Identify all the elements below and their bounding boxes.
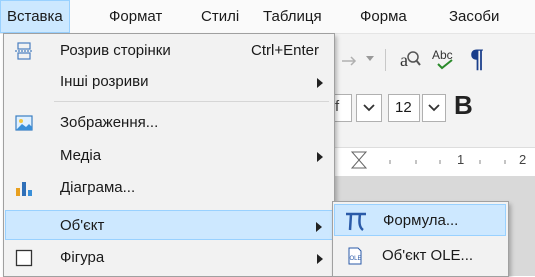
menu-insert[interactable]: Вставка [0,0,70,33]
menu-item-image[interactable]: Зображення... [5,108,333,138]
insert-menu: Розрив сторінки Ctrl+Enter Інші розриви … [3,33,335,277]
menu-format-label: Формат [109,8,163,25]
object-submenu: Формула... OLE Об'єкт OLE... [332,201,509,277]
formatting-marks-icon[interactable]: ¶ [470,44,484,74]
menu-item-chart[interactable]: Діаграма... [5,173,333,203]
submenu-arrow-icon [316,222,322,232]
menu-item-accelerator: Ctrl+Enter [251,42,319,59]
menu-item-label: Медіа [60,147,102,164]
menu-item-label: Зображення... [60,114,159,131]
redo-dropdown-icon[interactable] [366,56,374,62]
menu-styles-label: Стилі [201,8,240,25]
svg-text:a: a [400,50,408,70]
submenu-arrow-icon [317,78,323,88]
bold-button[interactable]: B [454,90,473,121]
submenu-item-label: Об'єкт OLE... [382,247,474,264]
menu-item-page-break[interactable]: Розрив сторінки Ctrl+Enter [5,36,333,66]
menu-form[interactable]: Форма [354,0,413,33]
ruler-mark-1: 1 [457,152,465,167]
menu-separator [54,101,329,102]
menu-insert-label: Вставка [7,8,63,25]
ruler-marks [350,151,506,169]
chart-icon [16,182,32,196]
redo-icon[interactable] [340,52,360,66]
image-icon [15,115,33,131]
submenu-arrow-icon [317,152,323,162]
toolbar-separator [385,49,386,71]
menu-form-label: Форма [360,8,407,25]
horizontal-ruler: 1 2 [330,147,535,177]
svg-text:OLE: OLE [350,256,362,262]
menubar: Вставка Формат Стилі Таблиця Форма Засоб… [0,0,535,34]
menu-item-label: Об'єкт [60,217,105,234]
menu-styles[interactable]: Стилі [195,0,245,33]
ruler-mark-2: 2 [519,152,527,167]
find-replace-icon[interactable]: a [398,48,422,72]
menu-item-media[interactable]: Медіа [5,141,333,171]
spelling-icon[interactable]: Abc [432,46,458,72]
menu-item-label: Розрив сторінки [60,42,171,59]
shape-icon [15,249,33,267]
menu-tools-label: Засоби [449,8,500,25]
chevron-down-icon [428,104,440,112]
ole-object-icon: OLE [348,247,362,265]
submenu-item-ole-object[interactable]: OLE Об'єкт OLE... [334,240,506,272]
font-size-value: 12 [395,99,412,116]
menu-item-label: Фігура [60,249,105,266]
page-break-icon [15,42,33,60]
menu-item-object[interactable]: Об'єкт [5,210,333,240]
menu-item-label: Інші розриви [60,73,149,90]
submenu-item-label: Формула... [383,212,459,229]
menu-item-shape[interactable]: Фігура [5,243,333,273]
font-size-dropdown[interactable] [422,94,446,122]
menu-item-other-breaks[interactable]: Інші розриви [5,67,333,97]
submenu-arrow-icon [317,254,323,264]
chevron-down-icon [363,104,375,112]
font-size-box[interactable]: 12 [388,94,420,122]
menu-table[interactable]: Таблиця [257,0,328,33]
menu-item-label: Діаграма... [60,179,136,196]
menu-table-label: Таблиця [263,8,322,25]
svg-text:Abc: Abc [432,48,453,62]
font-name-dropdown[interactable] [356,94,382,122]
menu-tools[interactable]: Засоби [443,0,505,33]
submenu-item-formula[interactable]: Формула... [334,204,506,236]
menu-format[interactable]: Формат [103,0,168,33]
pi-formula-icon [346,212,366,231]
